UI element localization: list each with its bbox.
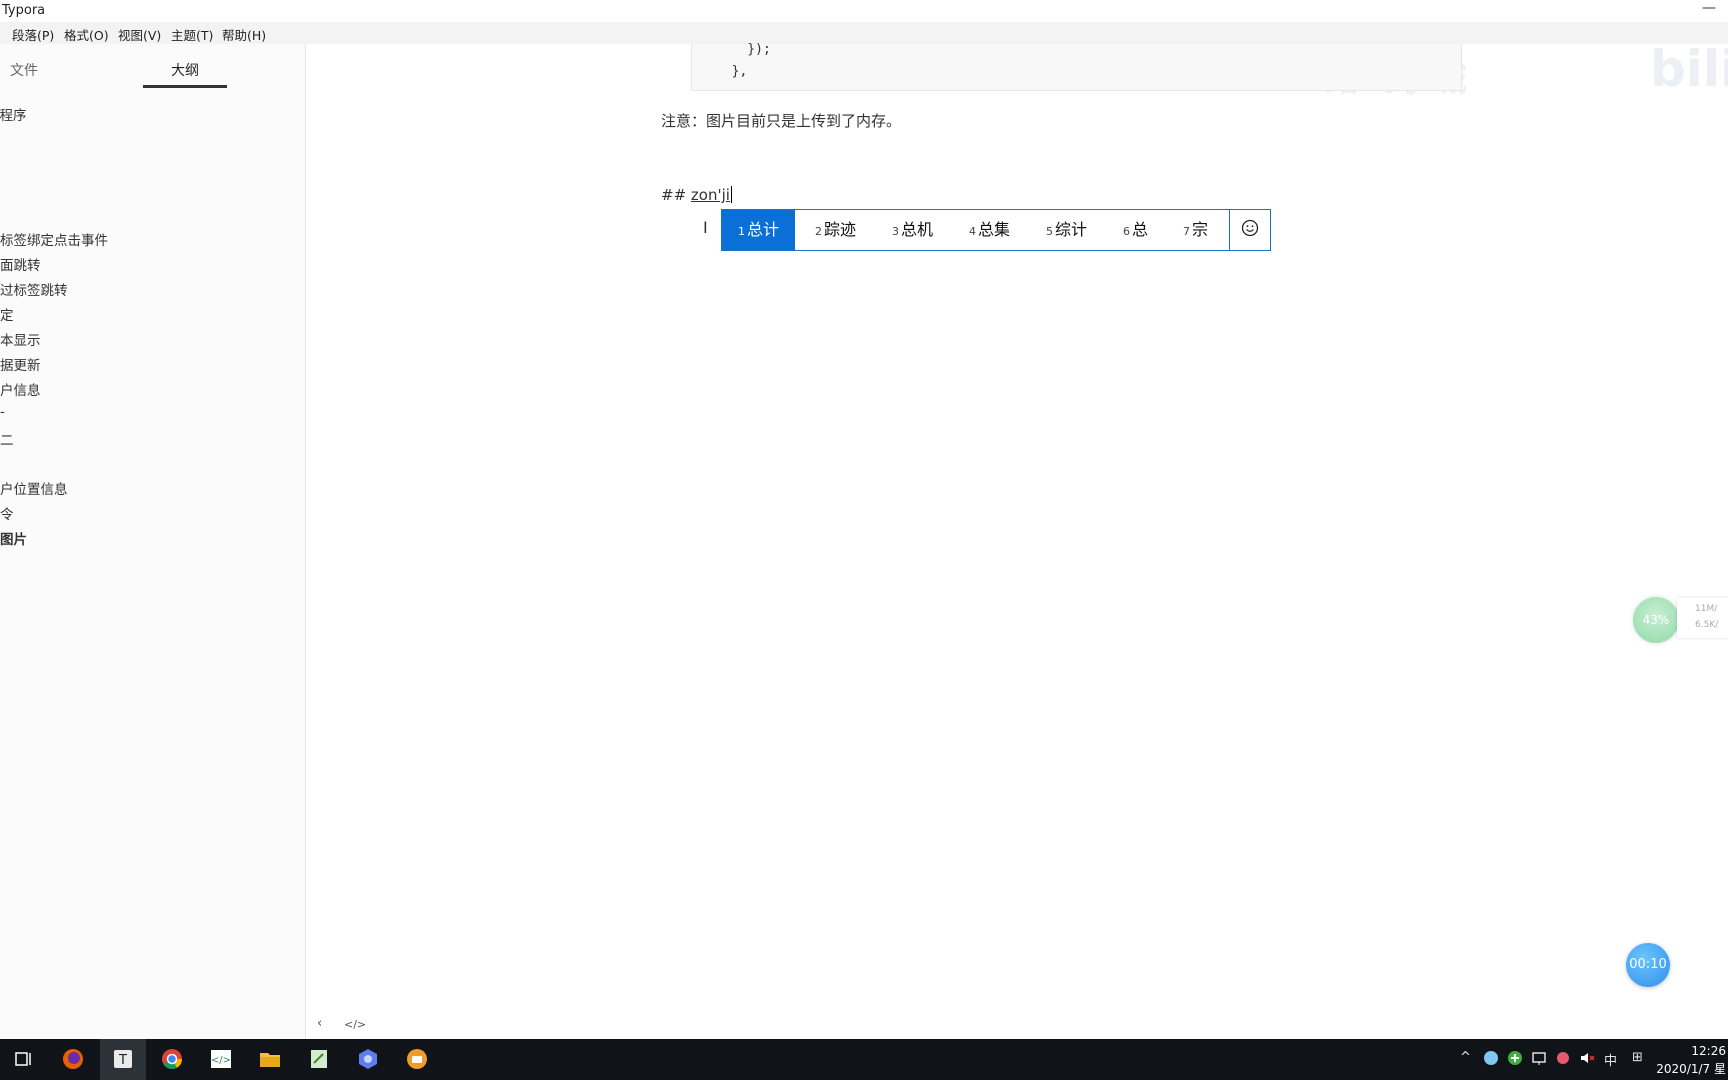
tray-pinwheel-icon[interactable] [1554, 1049, 1572, 1067]
outline-item[interactable]: 小程序 [0, 104, 27, 124]
ime-candidate-1[interactable]: 1 总计 [722, 210, 796, 250]
taskbar: T </> ^ 中 ⊞ 12:26 2020/1/7 星 [0, 1039, 1728, 1080]
bilibili-logo-watermark: bili [1650, 40, 1728, 98]
tab-outline[interactable]: 大纲 [171, 60, 199, 80]
menu-view[interactable]: 视图(V) [118, 25, 161, 44]
code-block[interactable]: }); }, [691, 42, 1462, 91]
tray-overflow-icon[interactable]: ^ [1460, 1050, 1471, 1065]
app-icon[interactable] [356, 1047, 380, 1071]
task-view-icon[interactable] [12, 1047, 36, 1071]
code-line: }, [716, 64, 748, 79]
file-explorer-icon[interactable] [258, 1047, 282, 1071]
outline-item[interactable]: 令 [0, 503, 14, 523]
window-title: Typora [2, 3, 46, 18]
ime-candidate-7[interactable]: 7宗 [1183, 210, 1208, 250]
menu-paragraph[interactable]: 段落(P) [12, 25, 54, 44]
active-tab-indicator [143, 85, 227, 88]
clock-date: 2020/1/7 星 [1656, 1062, 1726, 1076]
firefox-icon[interactable] [61, 1047, 85, 1071]
menu-format[interactable]: 格式(O) [64, 25, 109, 44]
net-down-speed: 6.5K/ [1695, 620, 1719, 630]
ime-candidate-6[interactable]: 6总 [1123, 210, 1148, 250]
system-clock[interactable]: 12:26 2020/1/7 星 [1656, 1042, 1726, 1078]
qq-icon[interactable] [1482, 1049, 1500, 1067]
outline-item[interactable]: 定 [0, 304, 14, 324]
heading-prefix: ## [661, 186, 691, 204]
tray-green-icon[interactable] [1506, 1049, 1524, 1067]
memory-gauge[interactable]: 43% [1633, 597, 1679, 643]
typora-icon[interactable]: T [111, 1047, 135, 1071]
outline-toggle-icon[interactable]: ‹ [317, 1016, 322, 1031]
paragraph-note[interactable]: 注意：图片目前只是上传到了内存。 [661, 110, 901, 131]
smiley-icon[interactable] [1241, 219, 1259, 237]
outline-item[interactable]: - [0, 404, 5, 420]
menu-help[interactable]: 帮助(H) [222, 25, 266, 44]
ime-candidate-2[interactable]: 2 踪迹 [815, 210, 856, 250]
text-caret [730, 186, 732, 203]
svg-text:</>: </> [211, 1055, 231, 1066]
ibeam-cursor-icon: I [703, 218, 708, 237]
ime-candidate-4[interactable]: 4 总集 [969, 210, 1010, 250]
outline-item[interactable]: 标签绑定点击事件 [0, 229, 108, 249]
title-bar: Typora — [0, 0, 1728, 22]
recording-timer[interactable]: 00:10 [1626, 943, 1670, 987]
network-icon[interactable] [1530, 1049, 1548, 1067]
outline-item[interactable]: 二 [0, 429, 14, 449]
svg-text:T: T [118, 1053, 127, 1068]
outline-item[interactable]: 户信息 [0, 379, 41, 399]
menu-bar: 段落(P) 格式(O) 视图(V) 主题(T) 帮助(H) [0, 22, 1728, 44]
outline-item[interactable]: 据更新 [0, 354, 41, 374]
code-line: }); [716, 42, 771, 57]
ime-separator [1229, 210, 1230, 250]
net-up-speed: 11M/ [1695, 604, 1718, 614]
outline-item[interactable]: 户位置信息 [0, 478, 68, 498]
outline-item[interactable]: 面跳转 [0, 254, 41, 274]
outline-item-active[interactable]: 图片 [0, 528, 27, 548]
ime-composition: zon'ji [690, 186, 730, 204]
heading-line[interactable]: ## zon'ji [661, 186, 732, 204]
app-orange-icon[interactable] [405, 1047, 429, 1071]
outline-item[interactable]: 本显示 [0, 329, 41, 349]
tab-files[interactable]: 文件 [10, 60, 38, 80]
menu-theme[interactable]: 主题(T) [171, 25, 213, 44]
chrome-icon[interactable] [160, 1047, 184, 1071]
outline-item[interactable]: 过标签跳转 [0, 279, 68, 299]
ime-mode-indicator[interactable]: 中 [1604, 1050, 1617, 1069]
source-mode-icon[interactable]: </> [344, 1018, 366, 1031]
volume-muted-icon[interactable] [1578, 1049, 1596, 1067]
ime-candidate-5[interactable]: 5 综计 [1046, 210, 1087, 250]
code-editor-icon[interactable]: </> [209, 1047, 233, 1071]
ime-candidate-3[interactable]: 3 总机 [892, 210, 933, 250]
sidebar: 文件 大纲 小程序 标签绑定点击事件 面跳转 过标签跳转 定 本显示 据更新 户… [0, 44, 306, 1039]
clock-time: 12:26 [1691, 1044, 1726, 1058]
minimize-button[interactable]: — [1702, 0, 1716, 16]
network-speed-panel: 11M/ 6.5K/ [1677, 598, 1728, 638]
editor-area[interactable] [306, 44, 1728, 1039]
ime-grid-icon[interactable]: ⊞ [1632, 1050, 1643, 1065]
ime-candidate-window: 1 总计 2 踪迹 3 总机 4 总集 5 综计 6总 7宗 [721, 209, 1271, 251]
notepad-icon[interactable] [307, 1047, 331, 1071]
